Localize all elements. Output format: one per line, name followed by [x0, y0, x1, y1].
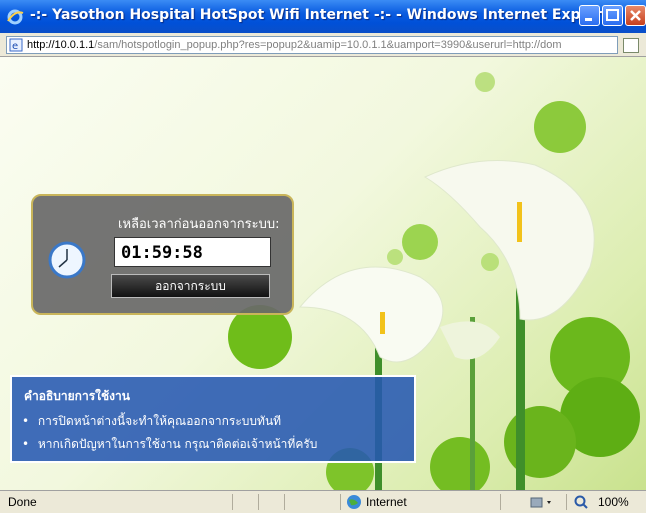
address-bar: e http://10.0.1.1/sam/hotspotlogin_popup… [0, 33, 646, 57]
status-divider [258, 494, 259, 510]
bullet-icon: • [22, 437, 30, 451]
maximize-button[interactable] [602, 5, 623, 26]
minimize-icon [585, 18, 592, 21]
security-zone[interactable]: Internet [346, 494, 407, 513]
zoom-level[interactable]: 100% [598, 495, 629, 509]
window-titlebar[interactable]: -:- Yasothon Hospital HotSpot Wifi Inter… [0, 0, 646, 33]
compatibility-icon[interactable] [623, 38, 639, 53]
instruction-item: • หากเกิดปัญหาในการใช้งาน กรุณาติดต่อเจ้… [22, 435, 317, 454]
address-field[interactable]: e http://10.0.1.1/sam/hotspotlogin_popup… [6, 36, 618, 54]
ie-logo-icon [7, 9, 24, 25]
time-remaining-value: 01:59:58 [114, 237, 271, 267]
instruction-text: การปิดหน้าต่างนี้จะทำให้คุณออกจากระบบทัน… [37, 414, 282, 428]
status-divider [232, 494, 233, 510]
zone-label: Internet [366, 495, 407, 509]
url-host: http://10.0.1.1 [27, 39, 95, 51]
status-divider [500, 494, 501, 510]
protected-mode-icon[interactable] [530, 495, 556, 509]
instructions-panel: คำอธิบายการใช้งาน • การปิดหน้าต่างนี้จะท… [10, 375, 416, 463]
instruction-item: • การปิดหน้าต่างนี้จะทำให้คุณออกจากระบบท… [22, 412, 281, 431]
close-icon [630, 10, 641, 21]
url-text: http://10.0.1.1/sam/hotspotlogin_popup.p… [27, 39, 562, 51]
clock-icon [48, 241, 86, 279]
svg-text:e: e [12, 41, 18, 52]
bullet-icon: • [22, 414, 30, 428]
session-timer-panel: เหลือเวลาก่อนออกจากระบบ: 01:59:58 ออกจาก… [31, 194, 294, 315]
instructions-title: คำอธิบายการใช้งาน [24, 389, 130, 403]
page-icon: e [9, 38, 23, 52]
status-divider [340, 494, 341, 510]
maximize-icon [606, 9, 619, 21]
zoom-icon [574, 495, 588, 509]
status-divider [284, 494, 285, 510]
minimize-button[interactable] [579, 5, 600, 26]
instruction-text: หากเกิดปัญหาในการใช้งาน กรุณาติดต่อเจ้าห… [37, 437, 318, 451]
time-remaining-label: เหลือเวลาก่อนออกจากระบบ: [118, 217, 280, 232]
page-content: เหลือเวลาก่อนออกจากระบบ: 01:59:58 ออกจาก… [0, 57, 646, 490]
close-button[interactable] [625, 5, 646, 26]
status-bar: Done Internet 100% [0, 490, 646, 513]
status-text: Done [8, 495, 37, 509]
logout-button[interactable]: ออกจากระบบ [111, 274, 270, 298]
status-divider [566, 494, 567, 510]
globe-icon [347, 495, 361, 509]
url-path: /sam/hotspotlogin_popup.php?res=popup2&u… [94, 39, 562, 51]
window-title: -:- Yasothon Hospital HotSpot Wifi Inter… [30, 7, 619, 23]
